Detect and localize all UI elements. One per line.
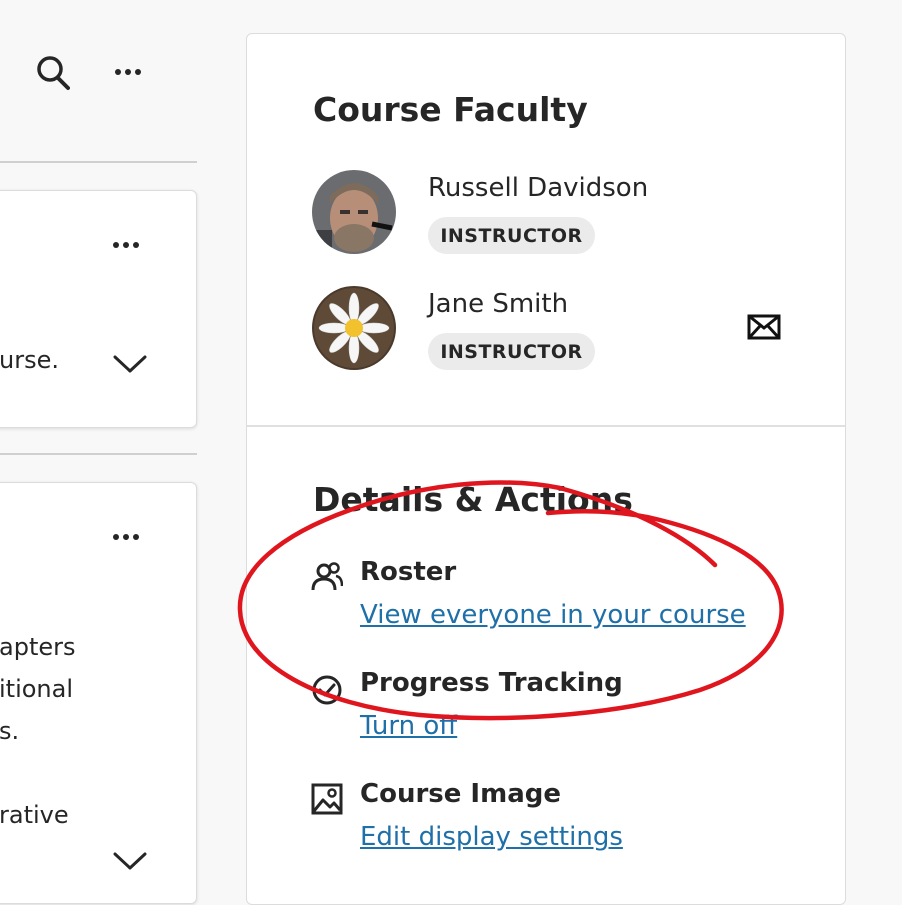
view-roster-link[interactable]: View everyone in your course: [360, 600, 746, 630]
avatar[interactable]: [312, 170, 396, 254]
card-more-options-icon[interactable]: [113, 534, 139, 540]
course-faculty-heading: Course Faculty: [313, 90, 588, 129]
course-details-panel: Course Faculty Russell Davidson INSTRUCT…: [246, 33, 846, 905]
faculty-name[interactable]: Jane Smith: [428, 289, 568, 319]
card-more-options-icon[interactable]: [113, 242, 139, 248]
course-content-area: urse. apters itional s. rative: [0, 0, 245, 904]
card-description-line: apters: [0, 633, 76, 661]
people-icon: [311, 562, 344, 596]
envelope-icon[interactable]: [747, 314, 781, 344]
search-icon[interactable]: [36, 55, 70, 95]
roster-title: Roster: [360, 557, 457, 587]
chevron-down-icon[interactable]: [113, 354, 147, 378]
course-image-title: Course Image: [360, 779, 561, 809]
section-divider: [247, 425, 845, 427]
progress-tracking-title: Progress Tracking: [360, 668, 623, 698]
card-description-line: s.: [0, 717, 20, 745]
role-badge: INSTRUCTOR: [428, 217, 595, 254]
role-badge: INSTRUCTOR: [428, 333, 595, 370]
faculty-name[interactable]: Russell Davidson: [428, 173, 648, 203]
edit-display-settings-link[interactable]: Edit display settings: [360, 822, 623, 852]
avatar[interactable]: [312, 286, 396, 370]
content-card[interactable]: apters itional s. rative: [0, 482, 197, 904]
turn-off-link[interactable]: Turn off: [360, 711, 457, 741]
card-description-line: itional: [0, 675, 74, 703]
details-actions-heading: Details & Actions: [313, 480, 633, 519]
image-icon: [311, 783, 343, 819]
more-options-icon[interactable]: [115, 69, 141, 75]
card-description: urse.: [0, 346, 59, 374]
content-card[interactable]: urse.: [0, 190, 197, 428]
check-circle-icon: [311, 674, 343, 710]
chevron-down-icon[interactable]: [113, 851, 147, 875]
divider: [0, 161, 197, 163]
divider: [0, 453, 197, 455]
card-description-line: rative: [0, 801, 69, 829]
